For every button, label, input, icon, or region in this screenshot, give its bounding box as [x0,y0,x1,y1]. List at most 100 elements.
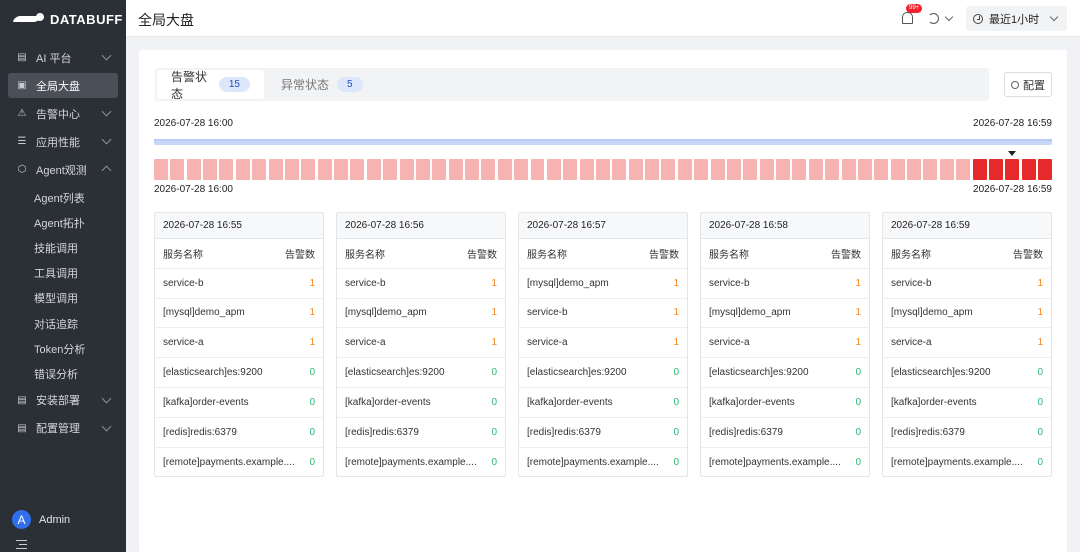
table-row[interactable]: [kafka]order-events 0 [337,388,505,418]
timeline-block[interactable] [481,159,496,180]
timeline-block[interactable] [252,159,267,180]
timeline-block[interactable] [776,159,791,180]
table-row[interactable]: service-a 1 [883,328,1051,359]
timeline-block[interactable] [1021,159,1036,180]
collapse-sidebar-icon[interactable] [16,540,27,549]
table-row[interactable]: service-b 1 [155,269,323,299]
timeline-block[interactable] [743,159,758,180]
timeline-range-slider[interactable] [154,139,1052,145]
timeline-block[interactable] [465,159,480,180]
timeline-block[interactable] [186,159,201,180]
timeline-block[interactable] [448,159,463,180]
table-row[interactable]: [elasticsearch]es:9200 0 [701,358,869,388]
table-row[interactable]: service-b 1 [883,269,1051,299]
time-range-select[interactable]: 最近1小时 [966,6,1067,31]
sidebar-subitem-agent-topology[interactable]: Agent拓扑 [0,210,126,235]
bell-icon[interactable] [902,12,913,24]
table-row[interactable]: [kafka]order-events 0 [883,388,1051,418]
timeline-block[interactable] [612,159,627,180]
timeline-block[interactable] [399,159,414,180]
sidebar-item-app-performance[interactable]: ☰ 应用性能 [8,129,118,154]
timeline-block[interactable] [808,159,823,180]
table-row[interactable]: [mysql]demo_apm 1 [155,299,323,329]
timeline-block[interactable] [170,159,185,180]
table-row[interactable]: service-b 1 [337,269,505,299]
table-row[interactable]: [elasticsearch]es:9200 0 [155,358,323,388]
table-row[interactable]: service-b 1 [519,299,687,329]
timeline-block[interactable] [366,159,381,180]
timeline-block[interactable] [956,159,971,180]
timeline-block[interactable] [907,159,922,180]
sidebar-subitem-tool-calls[interactable]: 工具调用 [0,261,126,286]
timeline-block[interactable] [301,159,316,180]
table-row[interactable]: [kafka]order-events 0 [701,388,869,418]
sidebar-item-ai-platform[interactable]: ▤ AI 平台 [8,45,118,70]
refresh-icon[interactable] [928,13,939,24]
sidebar-item-global-dashboard[interactable]: ▣ 全局大盘 [8,73,118,98]
table-row[interactable]: [kafka]order-events 0 [155,388,323,418]
timeline-block[interactable] [923,159,938,180]
sidebar-subitem-model-calls[interactable]: 模型调用 [0,286,126,311]
timeline-block[interactable] [514,159,529,180]
sidebar-subitem-conversation-trace[interactable]: 对话追踪 [0,311,126,336]
timeline-block[interactable] [563,159,578,180]
timeline-block[interactable] [857,159,872,180]
timeline-block[interactable] [530,159,545,180]
timeline-block[interactable] [628,159,643,180]
timeline-block[interactable] [759,159,774,180]
timeline-block[interactable] [661,159,676,180]
refresh-options-chevron-icon[interactable] [944,12,954,22]
timeline-block[interactable] [726,159,741,180]
sidebar-subitem-skill-calls[interactable]: 技能调用 [0,235,126,260]
sidebar-subitem-agent-list[interactable]: Agent列表 [0,185,126,210]
sidebar-item-install[interactable]: ▤ 安装部署 [8,388,118,413]
table-row[interactable]: service-a 1 [519,328,687,359]
table-row[interactable]: service-b 1 [701,269,869,299]
timeline-block[interactable] [694,159,709,180]
timeline-block[interactable] [334,159,349,180]
timeline-block[interactable] [497,159,512,180]
timeline-block[interactable] [939,159,954,180]
table-row[interactable]: [redis]redis:6379 0 [701,418,869,448]
sidebar-item-alert-center[interactable]: ⚠ 告警中心 [8,101,118,126]
tab-anomaly-status[interactable]: 异常状态 5 [267,70,377,99]
timeline-block[interactable] [1038,159,1052,180]
table-row[interactable]: [remote]payments.example.... 0 [337,448,505,476]
timeline-block[interactable] [710,159,725,180]
table-row[interactable]: [mysql]demo_apm 1 [337,299,505,329]
timeline-block[interactable] [972,159,987,180]
table-row[interactable]: [kafka]order-events 0 [519,388,687,418]
table-row[interactable]: [redis]redis:6379 0 [155,418,323,448]
table-row[interactable]: service-a 1 [155,328,323,359]
user-profile[interactable]: A Admin [12,510,70,529]
timeline-block[interactable] [432,159,447,180]
timeline-block[interactable] [841,159,856,180]
timeline-block[interactable] [677,159,692,180]
table-row[interactable]: [redis]redis:6379 0 [337,418,505,448]
timeline-block[interactable] [350,159,365,180]
config-button[interactable]: 配置 [1004,72,1052,97]
sidebar-subitem-error-analysis[interactable]: 错误分析 [0,361,126,386]
timeline-block[interactable] [235,159,250,180]
brand-logo[interactable]: DATABUFF [0,0,126,38]
timeline-block[interactable] [268,159,283,180]
timeline-block[interactable] [546,159,561,180]
timeline-block[interactable] [383,159,398,180]
timeline-block[interactable] [792,159,807,180]
timeline-block[interactable] [579,159,594,180]
timeline-block[interactable] [203,159,218,180]
timeline-block[interactable] [596,159,610,180]
timeline-block[interactable] [154,159,168,180]
table-row[interactable]: [remote]payments.example.... 0 [519,448,687,476]
tab-alert-status[interactable]: 告警状态 15 [157,70,264,101]
table-row[interactable]: service-a 1 [337,328,505,359]
table-row[interactable]: [mysql]demo_apm 1 [701,299,869,329]
table-row[interactable]: [elasticsearch]es:9200 0 [519,358,687,388]
timeline-block[interactable] [415,159,430,180]
table-row[interactable]: [elasticsearch]es:9200 0 [883,358,1051,388]
timeline-block[interactable] [1005,159,1020,180]
table-row[interactable]: [redis]redis:6379 0 [883,418,1051,448]
table-row[interactable]: [mysql]demo_apm 1 [883,299,1051,329]
sidebar-subitem-token-analysis[interactable]: Token分析 [0,336,126,361]
timeline-block[interactable] [825,159,840,180]
